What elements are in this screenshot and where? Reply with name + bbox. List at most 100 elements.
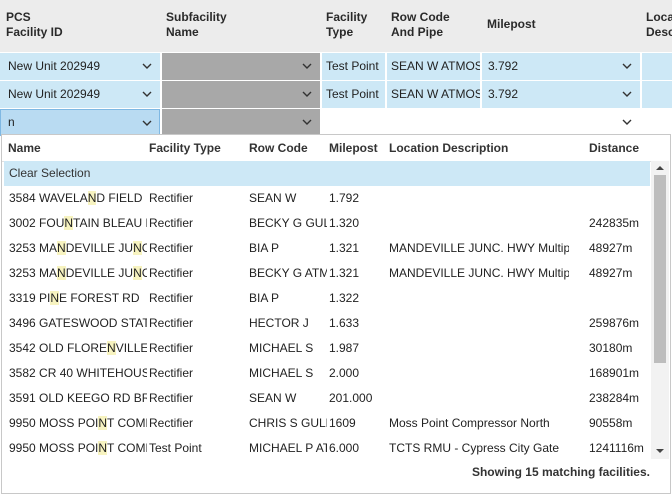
option-row: SEAN W (249, 391, 297, 405)
option-name-text: 3582 CR 40 WHITEHOUSE F (9, 366, 147, 380)
header-milepost[interactable]: Milepost (487, 17, 536, 32)
chevron-down-icon[interactable] (620, 53, 634, 80)
dropdown-option[interactable]: 3591 OLD KEEGO RD BREWRectifier SEAN W 201… (4, 386, 650, 411)
option-type: Rectifier (149, 266, 194, 280)
option-type: Rectifier (149, 391, 194, 405)
facility-search-input[interactable]: n (0, 109, 160, 136)
option-name-text: C. H (141, 241, 147, 255)
dropdown-option[interactable]: 9950 MOSS POINT COMPRRectifier CHRIS S GU… (4, 411, 650, 436)
milepost-value: 3.792 (488, 59, 519, 73)
header-facility-id[interactable]: PCS Facility ID (6, 10, 63, 40)
option-name-text: DEVILLE JU (65, 266, 134, 280)
option-loc: TCTS RMU - Cypress City Gate (389, 441, 560, 455)
clear-selection-option[interactable]: Clear Selection (4, 161, 650, 186)
milepost-value: 3.792 (488, 87, 519, 101)
option-name: 9950 MOSS POINT COMPR (9, 441, 147, 455)
option-loc: MANDEVILLE JUNC. HWY Multiple (389, 241, 569, 255)
facility-id-value[interactable]: New Unit 202949 (8, 53, 100, 80)
option-mp: 1.792 (329, 191, 360, 205)
dropdown-option[interactable]: 3496 GATESWOOD STATIONRectifier HECTOR J 1… (4, 311, 650, 336)
chevron-down-icon[interactable] (300, 81, 314, 108)
option-mp: 2.000 (329, 366, 360, 380)
option-mp: 6.000 (329, 441, 360, 455)
option-name-text: E FOREST RD (59, 291, 140, 305)
search-input-value[interactable]: n (8, 110, 15, 135)
option-type: Rectifier (149, 216, 194, 230)
header-facility-type[interactable]: Facility Type (326, 10, 367, 40)
option-name-text: 9950 MOSS POI (9, 441, 99, 455)
option-row: HECTOR J (249, 316, 309, 330)
row-code-value: SEAN W ATMOS (391, 59, 480, 73)
dropdown-option[interactable]: 3319 PINE FOREST RD Rectifier BIA P 1.322 (4, 286, 650, 311)
match-highlight: N (98, 441, 108, 455)
scroll-down-icon[interactable] (655, 447, 665, 455)
dropdown-option[interactable]: 3002 FOUNTAIN BLEAU PARectifier BECKY G G… (4, 211, 650, 236)
grid-header: PCS Facility ID Subfacility Name Facilit… (0, 0, 672, 52)
dd-header-location: Location Description (389, 141, 509, 155)
option-name-text: T COMPR (107, 441, 147, 455)
scrollbar[interactable] (651, 161, 669, 459)
facility-dropdown[interactable]: Name Facility Type Row Code Milepost Loc… (1, 134, 671, 494)
chevron-down-icon[interactable] (140, 81, 154, 108)
clear-selection-label: Clear Selection (9, 166, 91, 180)
scroll-up-icon[interactable] (655, 164, 665, 172)
header-row-code[interactable]: Row Code And Pipe (391, 10, 450, 40)
option-name: 3253 MANDEVILLE JUNC. H (9, 241, 147, 255)
option-dist: 90558m (589, 416, 633, 430)
option-mp: 201.000 (329, 391, 373, 405)
option-mp: 1.320 (329, 216, 360, 230)
option-name-text: 9950 MOSS POI (9, 416, 99, 430)
scrollbar-thumb[interactable] (654, 175, 666, 363)
option-name: 3002 FOUNTAIN BLEAU PA (9, 216, 147, 230)
facility-type-value: Test Point (326, 87, 379, 101)
option-row: BIA P (249, 291, 280, 305)
option-name-text: D FIELD (96, 191, 143, 205)
option-row: CHRIS S GULF S (249, 416, 327, 430)
option-dist: 1241116m (589, 441, 644, 455)
header-location[interactable]: Locat Desc (646, 10, 672, 40)
option-row: MICHAEL S (249, 341, 314, 355)
chevron-down-icon[interactable] (620, 81, 634, 108)
chevron-down-icon[interactable] (300, 109, 314, 136)
option-name-text: 3253 MA (9, 241, 58, 255)
option-mp: 1.321 (329, 266, 360, 280)
chevron-down-icon[interactable] (620, 109, 634, 136)
option-name: 9950 MOSS POINT COMPR (9, 416, 147, 430)
match-highlight: N (50, 291, 60, 305)
option-name: 3591 OLD KEEGO RD BREW (9, 391, 147, 405)
grid-row[interactable]: New Unit 202949 Test Point SEAN W ATMOS … (0, 81, 672, 108)
chevron-down-icon[interactable] (140, 53, 154, 80)
option-name: 3496 GATESWOOD STATION (9, 316, 147, 330)
option-row: MICHAEL P ATI (249, 441, 327, 455)
match-highlight: N (57, 241, 66, 255)
grid-row-editing[interactable]: n (0, 109, 672, 136)
option-mp: 1.322 (329, 291, 360, 305)
option-name-text: DEVILLE JU (65, 241, 134, 255)
dropdown-option[interactable]: 9950 MOSS POINT COMPRTest Point MICHAEL P… (4, 436, 650, 461)
option-dist: 30180m (589, 341, 633, 355)
dropdown-option[interactable]: 3253 MANDEVILLE JUNC. HRectifierBIA P1.3… (4, 236, 650, 261)
option-row: MICHAEL S (249, 366, 314, 380)
dd-header-row-code: Row Code (249, 141, 308, 155)
option-row: BECKY G ATMC (249, 266, 327, 280)
dropdown-header: Name Facility Type Row Code Milepost Loc… (2, 135, 652, 162)
match-highlight: N (133, 266, 142, 280)
match-highlight: N (133, 241, 142, 255)
option-type: Rectifier (149, 366, 194, 380)
option-mp: 1.321 (329, 241, 360, 255)
dropdown-option[interactable]: 3542 OLD FLORENVILLE CCRectifier MICHAEL … (4, 336, 650, 361)
header-subfacility-name[interactable]: Subfacility Name (166, 10, 227, 40)
grid-row[interactable]: New Unit 202949 Test Point SEAN W ATMOS … (0, 53, 672, 80)
chevron-down-icon[interactable] (300, 53, 314, 80)
facility-id-value[interactable]: New Unit 202949 (8, 81, 100, 108)
option-name-text: T COMPR (107, 416, 147, 430)
option-dist: 168901m (589, 366, 640, 380)
dropdown-option[interactable]: 3584 WAVELAND FIELD Rectifier SEAN W 1.792 (4, 186, 650, 211)
chevron-down-icon[interactable] (140, 110, 154, 135)
option-mp: 1609 (329, 416, 356, 430)
dropdown-option[interactable]: 3582 CR 40 WHITEHOUSE FRectifier MICHAEL … (4, 361, 650, 386)
option-name-text: TAIN BLEAU PA (73, 216, 147, 230)
option-name: 3319 PINE FOREST RD (9, 291, 147, 305)
dropdown-option[interactable]: 3253 MANDEVILLE JUNC. HRectifierBECKY G … (4, 261, 650, 286)
option-loc: Moss Point Compressor North (389, 416, 550, 430)
